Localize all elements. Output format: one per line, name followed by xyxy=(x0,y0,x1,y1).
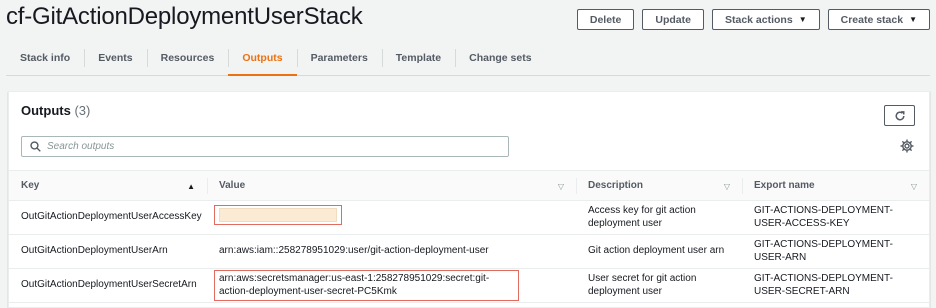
redacted-value xyxy=(219,208,337,223)
column-header-key[interactable]: Key ▲ xyxy=(9,170,207,201)
cell-value: arn:aws:iam::258278951029:user/git-actio… xyxy=(207,234,576,269)
cell-description: Git action deployment user arn xyxy=(576,234,742,269)
outputs-title: Outputs xyxy=(21,103,71,118)
caret-down-icon: ▼ xyxy=(798,15,807,24)
table-row: OutGitActionDeploymentUserAccessKey Acce… xyxy=(9,200,929,235)
column-header-label: Export name xyxy=(754,180,815,191)
tab-template[interactable]: Template xyxy=(381,40,455,75)
cell-export-name: GIT-ACTIONS-DEPLOYMENT-USER-SECRET-ARN xyxy=(742,268,929,303)
tab-change-sets[interactable]: Change sets xyxy=(455,40,545,75)
stack-actions-label: Stack actions xyxy=(724,13,793,26)
column-header-label: Description xyxy=(588,180,644,191)
header-actions: Delete Update Stack actions ▼ Create sta… xyxy=(576,9,930,30)
column-header-label: Value xyxy=(219,180,246,191)
cell-description: User secret for git action deployment us… xyxy=(576,268,742,303)
column-header-description[interactable]: Description ▽ xyxy=(576,170,742,201)
create-stack-button[interactable]: Create stack ▼ xyxy=(827,9,930,30)
column-header-label: Key xyxy=(21,180,40,191)
caret-down-icon: ▼ xyxy=(909,15,917,24)
column-header-value[interactable]: Value ▽ xyxy=(207,170,576,201)
cell-value xyxy=(207,200,576,235)
cell-key: OutGitActionDeploymentUserSecretArn xyxy=(9,268,207,303)
outputs-panel: Outputs (3) Key ▲ xyxy=(8,91,930,308)
sort-icon: ▽ xyxy=(723,182,730,191)
sort-ascending-icon: ▲ xyxy=(187,182,195,191)
column-header-export-name[interactable]: Export name ▽ xyxy=(742,170,929,201)
cell-value: arn:aws:secretsmanager:us-east-1:2582789… xyxy=(207,268,576,303)
table-header-row: Key ▲ Value ▽ Description ▽ Export name … xyxy=(9,170,929,201)
outputs-heading: Outputs (3) xyxy=(21,103,90,118)
search-box xyxy=(21,136,509,157)
sort-icon: ▽ xyxy=(910,182,917,191)
sort-icon: ▽ xyxy=(557,182,564,191)
cell-key: OutGitActionDeploymentUserAccessKey xyxy=(9,200,207,235)
cell-export-name: GIT-ACTIONS-DEPLOYMENT-USER-ARN xyxy=(742,234,929,269)
tab-outputs[interactable]: Outputs xyxy=(228,40,297,76)
table-row: OutGitActionDeploymentUserArn arn:aws:ia… xyxy=(9,234,929,269)
table-row: OutGitActionDeploymentUserSecretArn arn:… xyxy=(9,268,929,303)
tab-events[interactable]: Events xyxy=(84,40,146,75)
tab-stack-info[interactable]: Stack info xyxy=(6,40,84,75)
outputs-table: Key ▲ Value ▽ Description ▽ Export name … xyxy=(9,170,929,303)
update-button[interactable]: Update xyxy=(642,9,704,30)
gear-icon[interactable] xyxy=(900,139,914,153)
tab-parameters[interactable]: Parameters xyxy=(296,40,382,75)
cell-key: OutGitActionDeploymentUserArn xyxy=(9,234,207,269)
create-stack-label: Create stack xyxy=(840,13,904,26)
refresh-button[interactable] xyxy=(884,105,915,126)
tab-resources[interactable]: Resources xyxy=(146,40,229,75)
refresh-icon xyxy=(895,110,904,120)
highlight-box: arn:aws:secretsmanager:us-east-1:2582789… xyxy=(214,270,519,301)
cell-description: Access key for git action deployment use… xyxy=(576,200,742,235)
secret-arn-value: arn:aws:secretsmanager:us-east-1:2582789… xyxy=(219,273,490,297)
outputs-count: (3) xyxy=(74,103,91,118)
highlight-box xyxy=(214,205,342,226)
page-title: cf-GitActionDeploymentUserStack xyxy=(6,3,363,30)
tab-bar: Stack info Events Resources Outputs Para… xyxy=(6,40,930,76)
delete-button[interactable]: Delete xyxy=(576,9,635,30)
search-icon xyxy=(30,141,41,152)
search-input[interactable] xyxy=(47,141,487,152)
cell-export-name: GIT-ACTIONS-DEPLOYMENT-USER-ACCESS-KEY xyxy=(742,200,929,235)
stack-actions-button[interactable]: Stack actions ▼ xyxy=(711,9,820,30)
